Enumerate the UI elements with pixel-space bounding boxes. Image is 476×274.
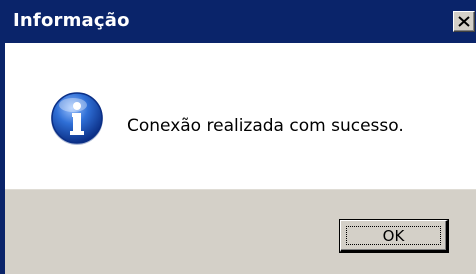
close-button[interactable] bbox=[453, 11, 475, 32]
information-icon bbox=[49, 91, 105, 147]
ok-button[interactable]: OK bbox=[339, 219, 449, 253]
dialog-button-bar: OK bbox=[5, 189, 476, 274]
dialog-title: Informação bbox=[13, 10, 130, 31]
ok-button-label: OK bbox=[382, 226, 405, 245]
dialog-body: Conexão realizada com sucesso. bbox=[5, 43, 476, 189]
close-icon bbox=[458, 16, 470, 27]
title-bar[interactable]: Informação bbox=[5, 0, 476, 43]
dialog-window: Informação Conexão realizada com sucesso… bbox=[0, 0, 476, 274]
dialog-message: Conexão realizada com sucesso. bbox=[127, 116, 404, 136]
